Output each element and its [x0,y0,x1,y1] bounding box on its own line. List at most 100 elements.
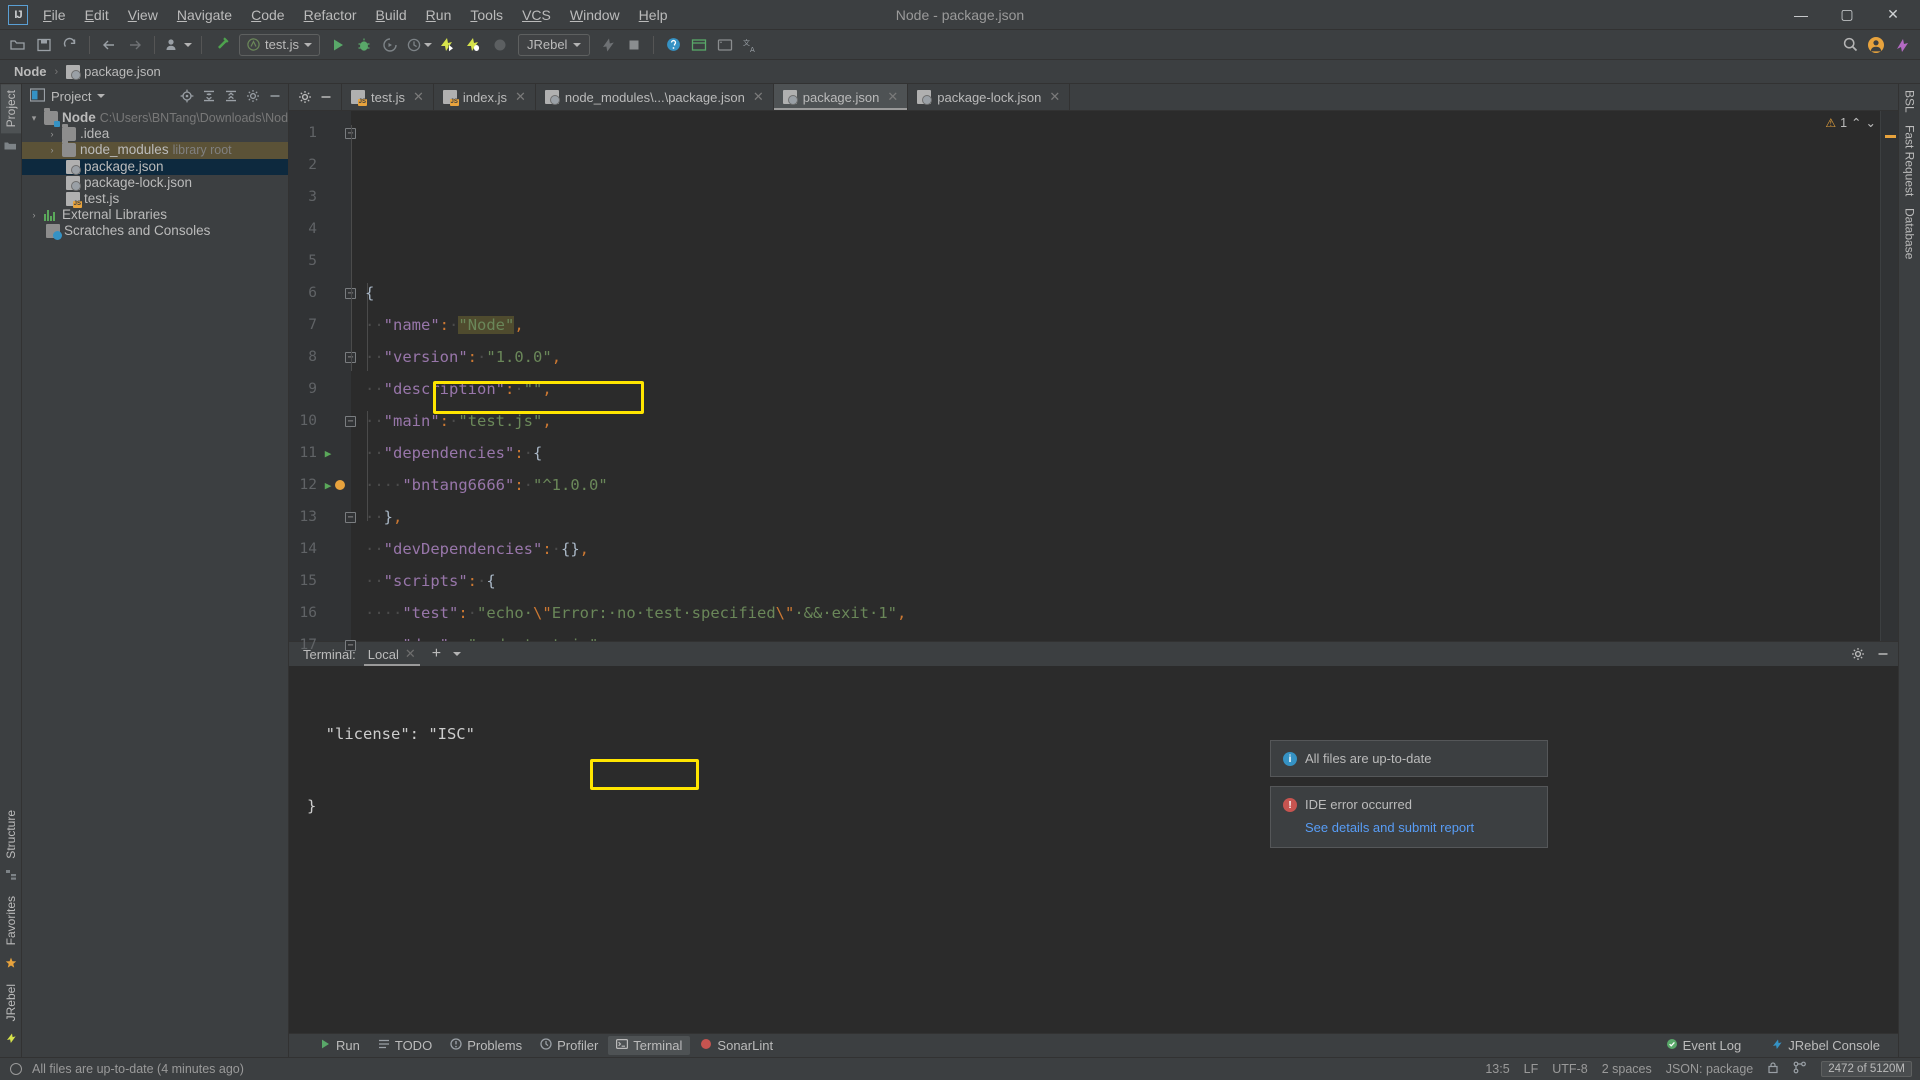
jrebel-debug-icon[interactable] [462,33,486,57]
menu-item-file[interactable]: File [34,3,75,27]
translate-icon[interactable]: 文A [739,33,763,57]
code-line-6[interactable]: ··"dependencies":·{ [365,437,1880,469]
tool-tab-fast-request[interactable]: Fast Request [1900,119,1920,202]
tool-window-sonarlint[interactable]: SonarLint [692,1036,781,1055]
run-script-icon-11[interactable]: ▶ [320,447,336,460]
code-line-9[interactable]: ··"devDependencies":·{}, [365,533,1880,565]
lock-icon[interactable] [1767,1061,1779,1077]
editor-tab-index-js[interactable]: index.js ✕ [433,84,536,110]
code-line-1[interactable]: { [365,277,1880,309]
tool-window-problems[interactable]: Problems [442,1036,530,1055]
chevron-right-icon-nodemodules[interactable]: › [46,142,58,158]
back-arrow-icon[interactable] [97,33,121,57]
menu-item-window[interactable]: Window [561,3,629,27]
hide-editor-icon[interactable] [316,88,335,107]
menu-item-tools[interactable]: Tools [461,3,512,27]
code-line-11[interactable]: ····"test":·"echo·\"Error:·no·test·speci… [365,597,1880,629]
close-icon-tab2[interactable]: ✕ [753,89,764,105]
menu-item-run[interactable]: Run [417,3,461,27]
code-text[interactable]: {··"name":·"Node", ··"version":·"1.0.0", ·… [351,111,1880,641]
code-line-5[interactable]: ··"main":·"test.js", [365,405,1880,437]
tool-tab-bsl[interactable]: BSL [1900,84,1920,119]
notification-files-up-to-date[interactable]: i All files are up-to-date [1270,740,1548,777]
close-icon-tab4[interactable]: ✕ [1049,89,1060,105]
tool-window-terminal[interactable]: Terminal [608,1036,691,1055]
account-icon[interactable] [1864,33,1888,57]
close-icon-tab1[interactable]: ✕ [515,89,526,105]
chevron-right-icon-extlib[interactable]: › [28,207,40,223]
tree-node-package-lock-json[interactable]: package-lock.json [22,175,288,191]
close-button[interactable]: ✕ [1870,0,1916,29]
inspection-widget[interactable]: ⚠ 1 ⌃ ⌄ [1825,115,1876,131]
debug-icon[interactable] [352,33,376,57]
chevron-expanded-icon[interactable]: ▾ [28,110,40,126]
inspection-next-icon[interactable]: ⌄ [1866,115,1876,130]
menu-item-edit[interactable]: Edit [76,3,118,27]
json-schema[interactable]: JSON: package [1666,1062,1754,1076]
code-line-4[interactable]: ··"description":·"", [365,373,1880,405]
indent-setting[interactable]: 2 spaces [1602,1062,1652,1076]
tree-node-external-libraries[interactable]: › External Libraries [22,207,288,223]
menu-item-refactor[interactable]: Refactor [295,3,366,27]
help-circle-icon[interactable] [661,33,685,57]
stop-square-icon[interactable] [622,33,646,57]
forward-arrow-icon[interactable] [123,33,147,57]
updates-icon[interactable] [1890,33,1914,57]
run-script-icon-12[interactable]: ▶ [320,479,336,492]
build-hammer-icon[interactable] [209,33,233,57]
tool-tab-favorites[interactable]: Favorites [1,890,21,951]
notification-ide-error[interactable]: ! IDE error occurred See details and sub… [1270,786,1548,848]
run-configuration-selector[interactable]: test.js [239,33,320,56]
jrebel-toolbar-icon[interactable] [596,33,620,57]
terminal-tab-local[interactable]: Local ✕ [363,644,420,666]
add-terminal-icon[interactable]: + [428,645,445,663]
chevron-down-icon-project[interactable] [97,94,106,98]
terminal-output[interactable]: "license": "ISC" } PS C:\Users\BNTang\Do… [289,666,1898,1033]
run-icon[interactable] [326,33,350,57]
editor-tab-test-js[interactable]: test.js ✕ [342,84,434,110]
tool-tab-database[interactable]: Database [1900,202,1920,265]
minimize-button[interactable]: — [1778,0,1824,29]
search-everywhere-icon[interactable] [1838,33,1862,57]
menu-item-code[interactable]: Code [242,3,293,27]
editor-tab-package-json[interactable]: package.json ✕ [773,84,909,110]
tool-window-run[interactable]: Run [311,1036,368,1055]
tool-tab-structure[interactable]: Structure [1,804,21,865]
error-stripe-mark[interactable] [1885,135,1896,138]
chevron-right-icon-idea[interactable]: › [46,126,58,142]
tree-node-scratches[interactable]: Scratches and Consoles [22,223,288,241]
code-line-8[interactable]: ··}, [365,501,1880,533]
profile-icon[interactable] [404,33,434,57]
tool-tab-jrebel[interactable]: JRebel [1,978,21,1027]
code-line-7[interactable]: ····"bntang6666":·"^1.0.0" [365,469,1880,501]
sync-icon[interactable] [58,33,82,57]
close-icon-tab0[interactable]: ✕ [413,89,424,105]
browser-icon[interactable] [713,33,737,57]
breadcrumb-item-module[interactable]: Node [10,63,51,80]
gear-icon-editor[interactable] [295,88,314,107]
menu-item-help[interactable]: Help [630,3,677,27]
code-editor[interactable]: ⚠ 1 ⌃ ⌄ 1− 2 3 4 5 6− 7 8− 9 10− 11▶ [289,111,1898,653]
gear-icon[interactable] [243,87,262,106]
menu-item-view[interactable]: View [119,3,167,27]
jrebel-run-icon[interactable] [436,33,460,57]
error-stripe[interactable] [1880,111,1898,641]
close-icon-tab3[interactable]: ✕ [887,89,898,105]
menu-item-build[interactable]: Build [367,3,416,27]
tool-window-todo[interactable]: TODO [370,1036,440,1055]
menu-item-navigate[interactable]: Navigate [168,3,241,27]
code-line-3[interactable]: ··"version":·"1.0.0", [365,341,1880,373]
breadcrumb-item-file[interactable]: package.json [62,63,165,80]
close-icon-terminal-tab[interactable]: ✕ [405,646,416,662]
jrebel-console-button[interactable]: JRebel Console [1763,1036,1888,1055]
code-line-10[interactable]: ··"scripts":·{ [365,565,1880,597]
memory-indicator[interactable]: 2472 of 5120M [1821,1061,1912,1077]
web-inspect-icon[interactable] [687,33,711,57]
tree-node-package-json[interactable]: package.json [22,158,288,175]
chevron-down-icon-terminal[interactable] [453,652,462,656]
menu-item-vcs[interactable]: VCS [513,3,560,27]
locate-icon[interactable] [177,87,196,106]
minimize-icon-terminal[interactable] [1873,645,1892,664]
line-separator[interactable]: LF [1524,1062,1539,1076]
intention-bulb-icon[interactable] [335,480,345,490]
